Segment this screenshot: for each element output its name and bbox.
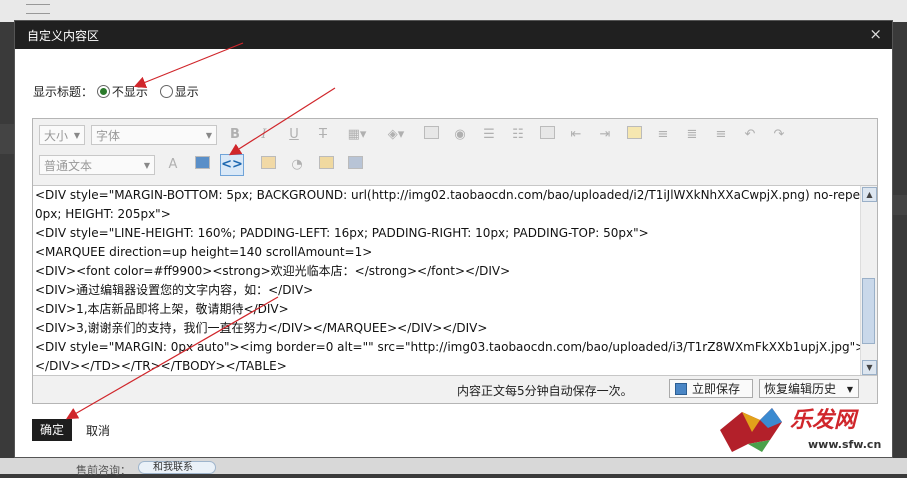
align-center-icon[interactable]: ≣ [683, 126, 701, 144]
autosave-notice: 内容正文每5分钟自动保存一次。 [457, 384, 633, 398]
align-right-icon[interactable]: ≡ [712, 126, 730, 144]
underline-icon[interactable]: U [285, 126, 303, 144]
insert-image-icon[interactable] [259, 156, 277, 174]
custom-content-dialog: 自定义内容区 × 显示标题： 不显示 显示 大小 ▼ 字体 ▼ B I U T ▦▾… [14, 20, 893, 458]
close-icon[interactable]: × [869, 25, 882, 43]
font-size-select[interactable]: 大小 ▼ [39, 125, 85, 145]
rich-text-editor: 大小 ▼ 字体 ▼ B I U T ▦▾ ◈▾ ◉ ☰ ☷ ⇤ ⇥ ≡ ≣ ≡ ↶ … [32, 118, 878, 404]
show-title-row: 显示标题： 不显示 显示 [33, 83, 207, 100]
brand-url: www.sfw.cn [808, 438, 882, 451]
code-line: <DIV style="MARGIN-BOTTOM: 5px; BACKGROU… [35, 188, 861, 202]
editor-statusbar: 内容正文每5分钟自动保存一次。 立即保存 恢复编辑历史 ▼ [33, 375, 877, 403]
scroll-thumb[interactable] [862, 278, 875, 344]
italic-icon[interactable]: I [255, 126, 273, 144]
source-code-button[interactable]: <> [220, 154, 244, 176]
watermark-logo: 乐发网 www.sfw.cn [712, 400, 892, 456]
save-icon [675, 383, 687, 395]
code-line: 0px; HEIGHT: 205px"> [35, 207, 171, 221]
bold-icon[interactable]: B [226, 126, 244, 144]
background-page-bottom: 售前咨询： 和我联系 [0, 458, 907, 477]
undo-icon[interactable]: ↶ [741, 126, 759, 144]
save-now-button[interactable]: 立即保存 [669, 379, 753, 398]
redo-icon[interactable]: ↷ [770, 126, 788, 144]
brand-name: 乐发网 [790, 408, 857, 433]
bullet-list-icon[interactable]: ☰ [480, 126, 498, 144]
strikethrough-icon[interactable]: T [314, 126, 332, 144]
bm-icon[interactable] [346, 156, 364, 174]
radio-empty-icon[interactable] [159, 85, 173, 98]
indent-block-icon[interactable] [538, 126, 556, 144]
numbered-list-icon[interactable]: ☷ [509, 126, 527, 144]
code-line: <DIV>通过编辑器设置您的文字内容，如：</DIV> [35, 283, 314, 297]
code-line: <DIV>1,本店新品即将上架，敬请期待</DIV> [35, 302, 289, 316]
radio-selected-icon[interactable] [96, 85, 110, 98]
table-icon[interactable]: ▦▾ [344, 126, 370, 144]
code-line: <MARQUEE direction=up height=140 scrollA… [35, 245, 373, 259]
code-line: <DIV>3,谢谢亲们的支持，我们一直在努力</DIV></MARQUEE></… [35, 321, 488, 335]
background-page-top [0, 0, 907, 22]
code-line: <DIV style="LINE-HEIGHT: 160%; PADDING-L… [35, 226, 649, 240]
radio-hide-title[interactable]: 不显示 [96, 85, 148, 99]
background-left-strip [0, 124, 14, 154]
presale-label: 售前咨询： [76, 464, 131, 477]
clear-format-icon[interactable]: A [164, 156, 182, 174]
code-line: <DIV style="MARGIN: 0px auto"><img borde… [35, 340, 861, 354]
editor-toolbar: 大小 ▼ 字体 ▼ B I U T ▦▾ ◈▾ ◉ ☰ ☷ ⇤ ⇥ ≡ ≣ ≡ ↶ … [33, 119, 877, 186]
scroll-up-icon[interactable]: ▲ [862, 187, 877, 202]
outdent-icon[interactable]: ⇤ [567, 126, 585, 144]
menu-icon [26, 4, 50, 14]
link-icon[interactable]: ◉ [451, 126, 469, 144]
ok-button[interactable]: 确定 [32, 419, 72, 441]
radio-show-title[interactable]: 显示 [159, 85, 199, 99]
code-line: </DIV></TD></TR></TBODY></TABLE> [35, 359, 287, 373]
paragraph-format-select[interactable]: 普通文本 ▼ [39, 155, 155, 175]
module-icon[interactable] [317, 156, 335, 174]
preview-icon[interactable] [193, 156, 211, 174]
font-family-select[interactable]: 字体 ▼ [91, 125, 217, 145]
source-code-area[interactable]: <DIV style="MARGIN-BOTTOM: 5px; BACKGROU… [33, 186, 861, 376]
flash-icon[interactable]: ◔ [288, 156, 306, 174]
align-left-icon[interactable]: ≡ [654, 126, 672, 144]
show-title-label: 显示标题： [33, 85, 94, 99]
dialog-title: 自定义内容区 [27, 29, 100, 43]
scroll-down-icon[interactable]: ▼ [862, 360, 877, 375]
restore-history-button[interactable]: 恢复编辑历史 ▼ [759, 379, 859, 398]
fill-color-icon[interactable]: ◈▾ [383, 126, 409, 144]
logo-graphic-icon [720, 408, 782, 452]
code-line: <DIV><font color=#ff9900><strong>欢迎光临本店：… [35, 264, 511, 278]
editor-scrollbar[interactable]: ▲ ▼ [860, 186, 877, 376]
background-right-strip [893, 195, 907, 215]
contact-pill[interactable]: 和我联系 [138, 461, 216, 474]
image-icon[interactable] [422, 126, 440, 144]
indent-icon[interactable]: ⇥ [596, 126, 614, 144]
horizontal-rule-icon[interactable] [625, 126, 643, 144]
cancel-button[interactable]: 取消 [86, 422, 110, 439]
dialog-titlebar: 自定义内容区 × [15, 21, 892, 49]
